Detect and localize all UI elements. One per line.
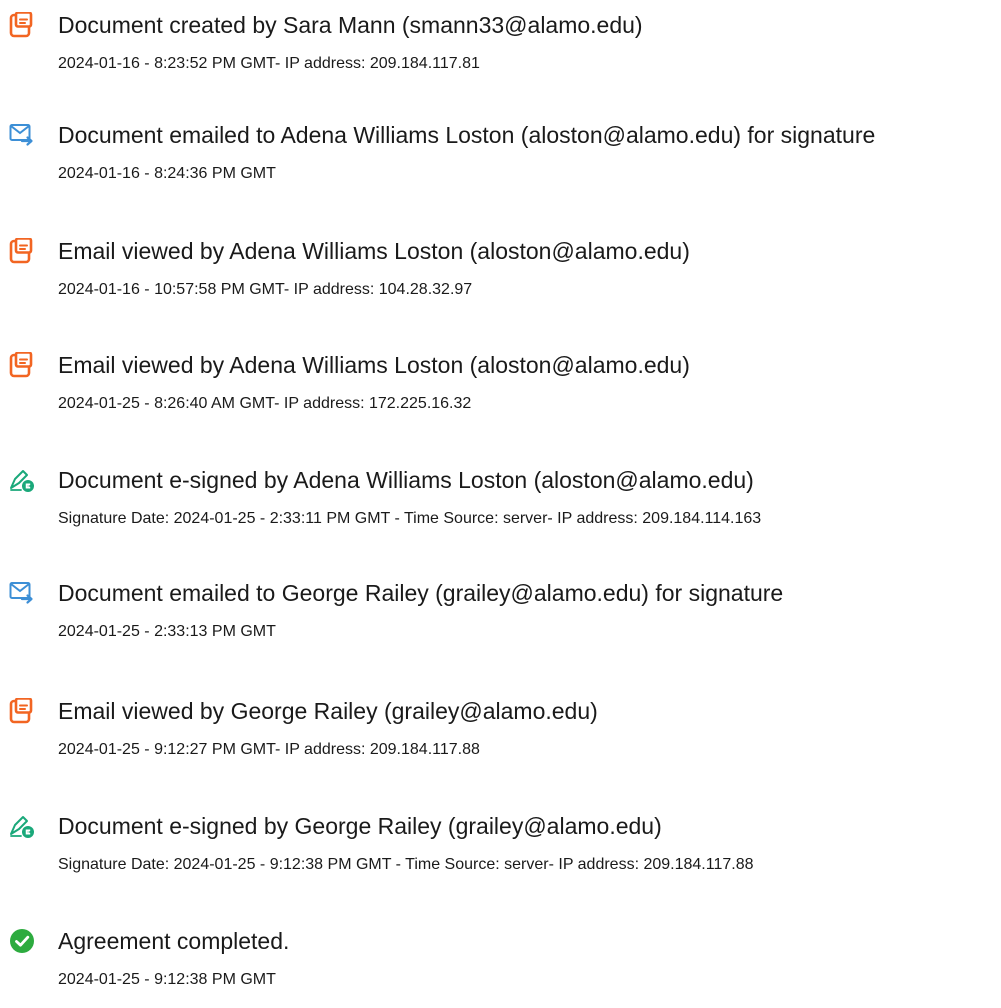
event-title: Document e-signed by George Railey (grai… xyxy=(58,813,662,839)
checkmark-circle-icon xyxy=(9,928,35,954)
event-timestamp: 2024-01-16 - 8:24:36 PM GMT xyxy=(58,165,276,182)
event-document-esigned: Document e-signed by Adena Williams Lost… xyxy=(0,467,1001,547)
document-icon xyxy=(9,12,35,38)
e-sign-pen-icon xyxy=(9,813,35,839)
document-icon xyxy=(9,238,35,264)
event-timestamp: 2024-01-25 - 9:12:38 PM GMT xyxy=(58,971,276,988)
event-timestamp: Signature Date: 2024-01-25 - 9:12:38 PM … xyxy=(58,856,754,873)
event-timestamp: 2024-01-16 - 10:57:58 PM GMT- IP address… xyxy=(58,281,473,298)
event-email-viewed: Email viewed by Adena Williams Loston (a… xyxy=(0,238,1001,318)
event-timestamp: 2024-01-25 - 8:26:40 AM GMT- IP address:… xyxy=(58,395,472,412)
event-title: Document emailed to Adena Williams Losto… xyxy=(58,122,876,148)
e-sign-pen-icon xyxy=(9,467,35,493)
event-timestamp: Signature Date: 2024-01-25 - 2:33:11 PM … xyxy=(58,510,762,527)
email-sent-icon xyxy=(9,122,35,148)
event-email-viewed: Email viewed by George Railey (grailey@a… xyxy=(0,698,1001,778)
event-document-created: Document created by Sara Mann (smann33@a… xyxy=(0,12,1001,92)
event-title: Email viewed by George Railey (grailey@a… xyxy=(58,698,598,724)
event-timestamp: 2024-01-25 - 9:12:27 PM GMT- IP address:… xyxy=(58,741,480,758)
event-title: Email viewed by Adena Williams Loston (a… xyxy=(58,238,690,264)
event-title: Document created by Sara Mann (smann33@a… xyxy=(58,12,643,38)
event-timestamp: 2024-01-16 - 8:23:52 PM GMT- IP address:… xyxy=(58,55,480,72)
event-document-emailed: Document emailed to Adena Williams Losto… xyxy=(0,122,1001,202)
event-title: Document emailed to George Railey (grail… xyxy=(58,580,784,606)
event-timestamp: 2024-01-25 - 2:33:13 PM GMT xyxy=(58,623,276,640)
event-title: Agreement completed. xyxy=(58,928,290,954)
event-agreement-completed: Agreement completed. 2024-01-25 - 9:12:3… xyxy=(0,928,1001,1008)
event-email-viewed: Email viewed by Adena Williams Loston (a… xyxy=(0,352,1001,432)
event-document-emailed: Document emailed to George Railey (grail… xyxy=(0,580,1001,660)
document-icon xyxy=(9,352,35,378)
email-sent-icon xyxy=(9,580,35,606)
document-icon xyxy=(9,698,35,724)
event-title: Document e-signed by Adena Williams Lost… xyxy=(58,467,754,493)
event-document-esigned: Document e-signed by George Railey (grai… xyxy=(0,813,1001,893)
event-title: Email viewed by Adena Williams Loston (a… xyxy=(58,352,690,378)
